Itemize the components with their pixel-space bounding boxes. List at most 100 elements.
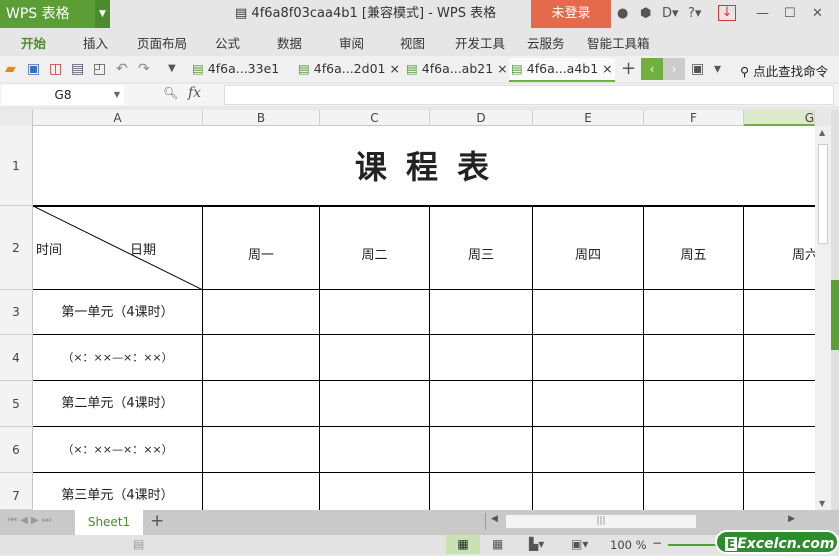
day-header-cell[interactable]: 周六 <box>744 206 815 290</box>
row-label-cell[interactable]: （×：××—×：××） <box>33 427 203 473</box>
day-header-cell[interactable]: 周三 <box>430 206 533 290</box>
empty-cell[interactable] <box>533 473 644 510</box>
day-header-cell[interactable]: 周二 <box>320 206 430 290</box>
customize-dropdown-icon[interactable]: ▼ <box>168 60 176 78</box>
normal-view-icon[interactable]: ▦ <box>446 535 480 554</box>
row-label-cell[interactable]: 第三单元（4课时） <box>33 473 203 510</box>
h-scroll-thumb[interactable]: ||| <box>506 515 696 528</box>
settings-icon[interactable]: ⬢ <box>640 5 651 23</box>
menu-cloud[interactable]: 云服务 <box>527 28 565 56</box>
row-label-cell[interactable]: 第一单元（4课时） <box>33 290 203 335</box>
spreadsheet-grid[interactable]: 课 程 表 时间 日期 周一 周二 周三 周四 周五 周六 第一单元（4课时） （×：××—… <box>33 126 815 510</box>
scroll-right-icon[interactable]: ▶ <box>788 514 795 524</box>
column-header-b[interactable]: B <box>203 110 320 126</box>
formula-input[interactable] <box>224 85 834 105</box>
empty-cell[interactable] <box>644 290 744 335</box>
name-box[interactable]: G8 ▼ <box>2 85 124 105</box>
side-panel-toggle[interactable] <box>831 280 839 350</box>
help-icon[interactable]: ?▾ <box>688 5 701 23</box>
new-tab-icon[interactable]: + <box>621 60 636 78</box>
column-header-f[interactable]: F <box>644 110 744 126</box>
prev-tab-button[interactable]: ‹ <box>641 58 663 80</box>
empty-cell[interactable] <box>203 335 320 381</box>
row-label-cell[interactable]: （×：××—×：××） <box>33 335 203 381</box>
zoom-out-icon[interactable]: − <box>652 536 662 550</box>
doc-tab[interactable]: ▤ 4f6a...33e1 × <box>190 58 292 98</box>
close-icon[interactable]: ✕ <box>812 5 823 23</box>
empty-cell[interactable] <box>320 335 430 381</box>
day-header-cell[interactable]: 周五 <box>644 206 744 290</box>
row-header-5[interactable]: 5 <box>0 381 33 427</box>
empty-cell[interactable] <box>744 427 815 473</box>
logo-dropdown-icon[interactable]: ▼ <box>95 0 110 28</box>
save-icon[interactable]: ▣ <box>27 60 40 78</box>
doc-tab[interactable]: ▤ 4f6a...2d01 × <box>296 58 400 82</box>
empty-cell[interactable] <box>430 335 533 381</box>
menu-developer[interactable]: 开发工具 <box>455 28 505 56</box>
row-header-2[interactable]: 2 <box>0 206 33 290</box>
empty-cell[interactable] <box>644 427 744 473</box>
page-layout-icon[interactable]: ▙▾ <box>529 537 544 551</box>
empty-cell[interactable] <box>644 335 744 381</box>
empty-cell[interactable] <box>533 381 644 427</box>
empty-cell[interactable] <box>744 290 815 335</box>
export-pdf-icon[interactable]: ◫ <box>49 60 62 78</box>
zoom-level[interactable]: 100 % <box>610 538 647 552</box>
horizontal-scrollbar[interactable]: ◀ ||| ▶ <box>485 513 803 530</box>
close-tab-icon[interactable]: × <box>602 61 612 76</box>
sheet-tab-sheet1[interactable]: Sheet1 <box>75 510 143 535</box>
redo-icon[interactable]: ↷ <box>138 60 150 78</box>
menu-formulas[interactable]: 公式 <box>215 28 240 56</box>
column-header-d[interactable]: D <box>430 110 533 126</box>
sheet-nav-icons[interactable]: ⏮ ◀ ▶ ⏭ <box>8 515 51 526</box>
scroll-thumb[interactable] <box>818 144 828 244</box>
vertical-scrollbar[interactable]: ▲ ▼ <box>815 126 831 510</box>
print-preview-icon[interactable]: ◰ <box>93 60 106 78</box>
print-icon[interactable]: ▤ <box>71 60 84 78</box>
add-sheet-icon[interactable]: + <box>150 511 164 531</box>
title-cell[interactable]: 课 程 表 <box>33 126 815 207</box>
day-header-cell[interactable]: 周一 <box>203 206 320 290</box>
feedback-icon[interactable]: D▾ <box>662 5 679 23</box>
empty-cell[interactable] <box>533 290 644 335</box>
empty-cell[interactable] <box>430 473 533 510</box>
column-header-a[interactable]: A <box>33 110 203 126</box>
scroll-left-icon[interactable]: ◀ <box>491 514 498 524</box>
empty-cell[interactable] <box>644 473 744 510</box>
empty-cell[interactable] <box>644 381 744 427</box>
empty-cell[interactable] <box>320 427 430 473</box>
present-icon[interactable]: ▣ <box>691 60 704 78</box>
empty-cell[interactable] <box>320 381 430 427</box>
empty-cell[interactable] <box>203 381 320 427</box>
reading-mode-icon[interactable]: ▣▾ <box>571 537 588 551</box>
maximize-icon[interactable]: ☐ <box>784 5 796 23</box>
menu-data[interactable]: 数据 <box>277 28 302 56</box>
menu-view[interactable]: 视图 <box>400 28 425 56</box>
doc-tab-active[interactable]: ▤ 4f6a...a4b1 × <box>509 58 615 82</box>
empty-cell[interactable] <box>320 290 430 335</box>
close-tab-icon[interactable]: × <box>497 61 507 76</box>
menu-review[interactable]: 审阅 <box>339 28 364 56</box>
login-button[interactable]: 未登录 <box>531 0 611 28</box>
row-header-7[interactable]: 7 <box>0 473 33 510</box>
empty-cell[interactable] <box>320 473 430 510</box>
empty-cell[interactable] <box>533 335 644 381</box>
empty-cell[interactable] <box>744 335 815 381</box>
select-all-corner[interactable] <box>0 110 33 126</box>
column-header-c[interactable]: C <box>320 110 430 126</box>
wps-logo-button[interactable]: WPS 表格 <box>0 0 95 28</box>
menu-insert[interactable]: 插入 <box>83 28 108 56</box>
empty-cell[interactable] <box>430 290 533 335</box>
zoom-formula-icon[interactable]: 🔍︎ <box>163 86 178 100</box>
day-header-cell[interactable]: 周四 <box>533 206 644 290</box>
row-header-6[interactable]: 6 <box>0 427 33 473</box>
empty-cell[interactable] <box>203 427 320 473</box>
row-label-cell[interactable]: 第二单元（4课时） <box>33 381 203 427</box>
empty-cell[interactable] <box>430 427 533 473</box>
menu-toolbox[interactable]: 智能工具箱 <box>587 28 650 56</box>
skin-icon[interactable]: ● <box>617 5 628 23</box>
doc-tab[interactable]: ▤ 4f6a...ab21 × <box>404 58 508 82</box>
insert-function-button[interactable]: fx <box>188 85 201 101</box>
row-header-1[interactable]: 1 <box>0 126 33 206</box>
undo-icon[interactable]: ↶ <box>116 60 128 78</box>
